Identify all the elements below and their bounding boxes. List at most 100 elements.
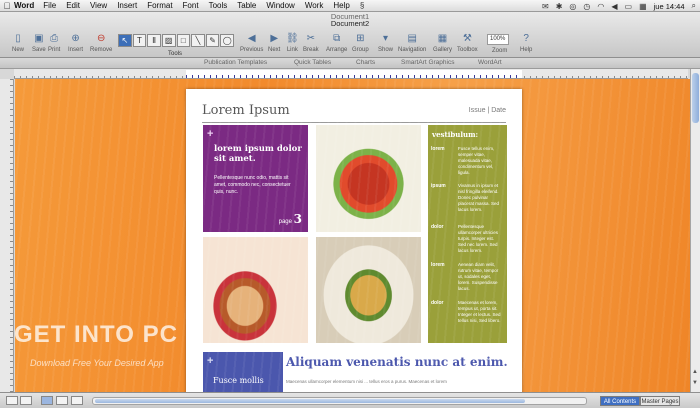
group-button[interactable]: ⊞ Group	[352, 32, 369, 53]
new-button[interactable]: ▯ New	[12, 32, 24, 53]
bluetooth-icon[interactable]: ✱	[556, 2, 563, 11]
arrange-icon: ⧉	[333, 33, 341, 44]
zoom-select[interactable]: 100%	[487, 34, 509, 45]
vertical-scrollbar[interactable]: ▲ ▼	[690, 69, 700, 392]
select-pointer-icon[interactable]: ↖	[118, 34, 132, 47]
print-button[interactable]: ⎙ Print	[48, 32, 60, 53]
tab-quick-tables[interactable]: Quick Tables	[294, 59, 331, 66]
draft-view-icon[interactable]	[6, 396, 18, 405]
page-title[interactable]: Lorem Ipsum	[202, 103, 290, 118]
lasso-icon[interactable]: ◯	[220, 34, 234, 47]
food-photo-peppers[interactable]	[316, 125, 421, 232]
apple-menu-icon[interactable]: 	[0, 1, 14, 11]
olive-heading: vestibulum:	[432, 130, 479, 139]
save-button[interactable]: ▣ Save	[32, 32, 46, 53]
insert-button[interactable]: ⊕ Insert	[68, 32, 83, 53]
menu-edit[interactable]: Edit	[66, 1, 80, 10]
article-body[interactable]: Maecenas ullamcorper elementum nisi ... …	[286, 379, 506, 384]
navigation-button[interactable]: ▤ Navigation	[398, 32, 426, 53]
vertical-text-icon[interactable]: Ⅱ	[147, 34, 161, 47]
tab-wordart[interactable]: WordArt	[478, 59, 502, 66]
tab-all-contents[interactable]: All Contents	[600, 396, 640, 406]
tab-charts[interactable]: Charts	[356, 59, 375, 66]
vertical-scroll-thumb[interactable]	[692, 73, 699, 123]
new-document-icon: ▯	[15, 33, 21, 44]
issue-date[interactable]: Issue | Date	[469, 107, 506, 114]
script-menu-icon[interactable]: §	[360, 1, 364, 10]
remove-icon: ⊖	[96, 33, 106, 44]
flag-icon[interactable]: ▦	[639, 2, 647, 11]
show-icon: ▾	[382, 33, 389, 44]
remove-button[interactable]: ⊖ Remove	[90, 32, 112, 53]
zoom-label-wrap: Zoom	[492, 46, 507, 54]
outline-view-icon[interactable]	[20, 396, 32, 405]
break-button[interactable]: ✂ Break	[303, 32, 319, 53]
mail-icon[interactable]: ✉	[542, 2, 549, 11]
navigation-pane-icon: ▤	[407, 33, 417, 44]
pen-icon[interactable]: ✎	[205, 34, 220, 47]
olive-sidebar-box[interactable]: vestibulum: lorem Fusce tellus enim, semp…	[428, 125, 507, 343]
food-photo-pasta[interactable]	[316, 237, 421, 343]
rectangle-icon[interactable]: □	[176, 34, 191, 47]
menu-file[interactable]: File	[43, 1, 56, 10]
next-icon: ▶	[270, 33, 279, 44]
menu-view[interactable]: View	[90, 1, 107, 10]
standard-toolbar: Document1 Document2 ▯ New ▣ Save ⎙ Print ⊕ I…	[0, 12, 700, 58]
help-button[interactable]: ? Help	[520, 32, 532, 53]
group-icon: ⊞	[356, 33, 365, 44]
tab-master-pages[interactable]: Master Pages	[640, 396, 680, 406]
insert-icon: ⊕	[71, 33, 80, 44]
battery-icon[interactable]: ▭	[625, 2, 633, 11]
sync-icon[interactable]: ◎	[569, 2, 576, 11]
menu-tools[interactable]: Tools	[209, 1, 228, 10]
window-title: Document2	[330, 19, 370, 28]
help-icon: ?	[523, 33, 529, 44]
spotlight-icon[interactable]: ⌕	[692, 1, 696, 11]
menu-window[interactable]: Window	[266, 1, 294, 10]
link-button[interactable]: ⛓ Link	[286, 32, 299, 53]
document-page[interactable]: Lorem Ipsum Issue | Date + lorem ipsum d…	[186, 89, 522, 392]
tab-publication-templates[interactable]: Publication Templates	[204, 59, 267, 66]
publishing-layout-view-icon[interactable]	[41, 396, 53, 405]
menu-app-word[interactable]: Word	[14, 1, 34, 10]
text-box-icon[interactable]: T	[132, 34, 147, 47]
previous-button[interactable]: ◀ Previous	[240, 32, 263, 53]
purple-text-box[interactable]: + lorem ipsum dolor sit amet. Pellentesq…	[203, 125, 308, 232]
volume-icon[interactable]: ◀	[611, 2, 617, 11]
gallery-button[interactable]: ▦ Gallery	[433, 32, 452, 53]
toolbox-button[interactable]: ⚒ Toolbox	[457, 32, 478, 53]
print-layout-view-icon[interactable]	[56, 396, 68, 405]
next-button[interactable]: ▶ Next	[268, 32, 280, 53]
scroll-up-icon[interactable]: ▲	[692, 369, 698, 375]
page-number: page 3	[278, 212, 302, 226]
clock[interactable]: jue 14:44	[654, 2, 685, 11]
purple-body: Pellentesque nunc odio, mattis sit amet,…	[214, 175, 291, 195]
menu-table[interactable]: Table	[237, 1, 256, 10]
arrange-button[interactable]: ⧉ Arrange	[326, 32, 347, 53]
menu-help[interactable]: Help	[333, 1, 349, 10]
elements-gallery-tabs: Publication Templates Quick Tables Chart…	[0, 58, 700, 69]
gallery-icon: ▦	[437, 33, 448, 44]
scroll-down-icon[interactable]: ▼	[692, 380, 698, 386]
article-headline[interactable]: Aliquam venenatis nunc at enim.	[286, 355, 508, 369]
horizontal-scroll-thumb[interactable]	[95, 399, 525, 403]
status-bar: All Contents Master Pages	[0, 392, 700, 408]
word-window:  Word File Edit View Insert Format Font…	[0, 0, 700, 408]
time-machine-icon[interactable]: ◷	[583, 2, 590, 11]
tab-smartart-graphics[interactable]: SmartArt Graphics	[401, 59, 454, 66]
title-divider	[202, 122, 506, 123]
menu-format[interactable]: Format	[147, 1, 172, 10]
previous-icon: ◀	[247, 33, 256, 44]
menu-work[interactable]: Work	[305, 1, 324, 10]
watermark-tagline: Download Free Your Desired App	[30, 358, 164, 368]
picture-frame-icon[interactable]: ▨	[161, 34, 176, 47]
line-icon[interactable]: ╲	[191, 34, 205, 47]
menu-extras: ✉ ✱ ◎ ◷ ◠ ◀ ▭ ▦ jue 14:44 ⌕	[542, 0, 696, 12]
menu-insert[interactable]: Insert	[117, 1, 137, 10]
notebook-view-icon[interactable]	[71, 396, 83, 405]
show-button[interactable]: ▾ Show	[378, 32, 393, 53]
plus-icon: +	[207, 128, 214, 140]
menu-font[interactable]: Font	[183, 1, 199, 10]
wifi-icon[interactable]: ◠	[597, 2, 604, 11]
horizontal-scrollbar[interactable]	[92, 397, 587, 405]
